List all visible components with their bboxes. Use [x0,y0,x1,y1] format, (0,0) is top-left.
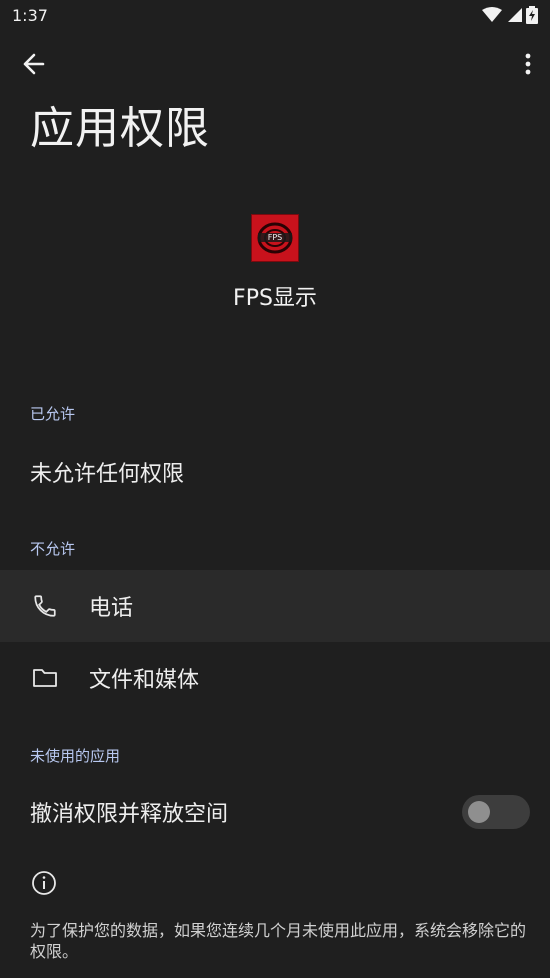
allowed-section-header: 已允许 [30,405,76,423]
arrow-back-icon [23,53,45,75]
footer-description: 为了保护您的数据，如果您连续几个月未使用此应用，系统会移除它的权限。 [30,921,527,961]
more-vert-icon [525,53,531,75]
battery-icon [526,6,538,24]
permission-item-label: 电话 [89,596,134,621]
revoke-permissions-toggle[interactable] [462,795,530,829]
wifi-icon [482,7,502,22]
status-icons [482,6,538,24]
back-button[interactable] [16,50,52,78]
folder-icon [30,663,60,693]
page-title: 应用权限 [30,103,210,154]
revoke-permissions-row[interactable]: 撤消权限并释放空间 [0,788,550,836]
app-name: FPS显示 [233,286,317,311]
info-icon [32,871,56,895]
svg-text:FPS: FPS [268,233,283,242]
allowed-empty-row: 未允许任何权限 [0,450,550,494]
revoke-permissions-label: 撤消权限并释放空间 [30,802,229,827]
app-icon: FPS [251,214,299,262]
app-logo-icon: FPS [257,222,293,254]
unused-section-header: 未使用的应用 [30,747,121,765]
status-time: 1:37 [12,5,48,25]
phone-icon [30,591,60,621]
denied-section-header: 不允许 [30,540,76,558]
permission-item-label: 文件和媒体 [89,668,200,693]
status-bar: 1:37 [0,0,550,30]
allowed-empty-text: 未允许任何权限 [30,462,185,487]
permission-item-phone[interactable]: 电话 [0,570,550,642]
signal-icon [508,8,522,22]
toggle-knob [468,801,490,823]
more-options-button[interactable] [520,50,536,78]
permission-item-files[interactable]: 文件和媒体 [0,642,550,714]
toolbar [0,40,550,88]
